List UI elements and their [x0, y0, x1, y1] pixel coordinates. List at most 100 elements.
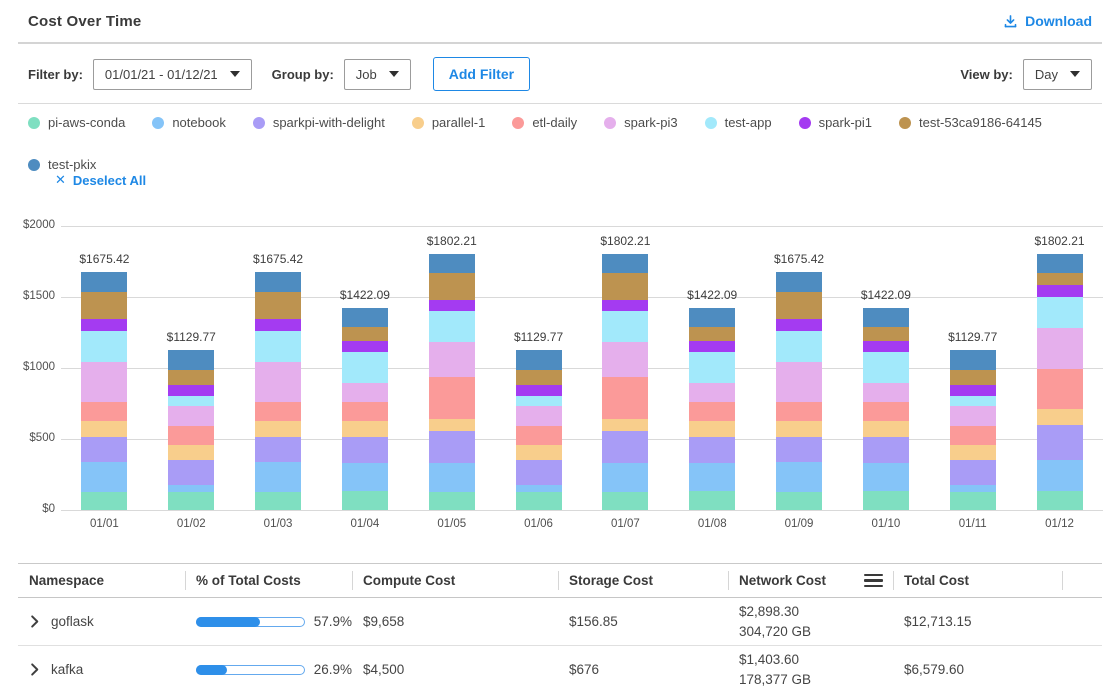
bar-segment-pi-aws-conda[interactable]	[429, 492, 475, 510]
bar-segment-spark-pi1[interactable]	[689, 341, 735, 352]
stacked-bar[interactable]	[168, 350, 214, 510]
bar-segment-test-app[interactable]	[429, 311, 475, 343]
bar-segment-spark-pi3[interactable]	[81, 362, 127, 402]
bar-segment-test-app[interactable]	[863, 352, 909, 383]
bar-segment-sparkpi-with-delight[interactable]	[1037, 425, 1083, 459]
bar-segment-test-app[interactable]	[516, 396, 562, 406]
bar-segment-pi-aws-conda[interactable]	[168, 492, 214, 510]
bar-segment-spark-pi1[interactable]	[950, 385, 996, 396]
bar-segment-pi-aws-conda[interactable]	[342, 491, 388, 510]
bar-segment-etl-daily[interactable]	[776, 402, 822, 421]
view-by-select[interactable]: Day	[1023, 59, 1092, 90]
bar-segment-spark-pi1[interactable]	[1037, 285, 1083, 297]
bar-segment-sparkpi-with-delight[interactable]	[689, 437, 735, 463]
bar-segment-test-53ca9186-64145[interactable]	[602, 273, 648, 300]
bar-segment-test-app[interactable]	[689, 352, 735, 383]
legend-item-parallel-1[interactable]: parallel-1	[412, 115, 485, 130]
bar-segment-test-pkix[interactable]	[602, 254, 648, 273]
bar-segment-notebook[interactable]	[255, 462, 301, 492]
stacked-bar[interactable]	[950, 350, 996, 510]
stacked-bar[interactable]	[516, 350, 562, 510]
bar-segment-sparkpi-with-delight[interactable]	[81, 437, 127, 462]
deselect-all-button[interactable]: ✕ Deselect All	[55, 172, 146, 188]
bar-segment-parallel-1[interactable]	[168, 445, 214, 459]
bar-segment-sparkpi-with-delight[interactable]	[602, 431, 648, 463]
namespace-cell[interactable]: goflask	[18, 614, 185, 629]
bar-segment-spark-pi3[interactable]	[429, 342, 475, 376]
bar-segment-parallel-1[interactable]	[950, 445, 996, 459]
bar-segment-parallel-1[interactable]	[342, 421, 388, 437]
bar-segment-parallel-1[interactable]	[689, 421, 735, 437]
bar-segment-notebook[interactable]	[1037, 460, 1083, 492]
bar-segment-pi-aws-conda[interactable]	[863, 491, 909, 510]
bar-segment-spark-pi3[interactable]	[1037, 328, 1083, 369]
bar-segment-spark-pi1[interactable]	[776, 319, 822, 331]
bar-segment-test-53ca9186-64145[interactable]	[516, 370, 562, 385]
bar-segment-spark-pi3[interactable]	[516, 406, 562, 425]
bar-segment-notebook[interactable]	[602, 463, 648, 491]
table-row-kafka[interactable]: kafka26.9%$4,500$676$1,403.60178,377 GB$…	[18, 646, 1102, 687]
bar-segment-etl-daily[interactable]	[168, 426, 214, 446]
bar-segment-sparkpi-with-delight[interactable]	[863, 437, 909, 463]
bar-segment-parallel-1[interactable]	[429, 419, 475, 431]
bar-segment-test-app[interactable]	[255, 331, 301, 362]
bar-segment-spark-pi3[interactable]	[950, 406, 996, 425]
date-range-select[interactable]: 01/01/21 - 01/12/21	[93, 59, 252, 90]
bar-segment-spark-pi1[interactable]	[255, 319, 301, 331]
bar-segment-test-pkix[interactable]	[863, 308, 909, 327]
bar-segment-test-53ca9186-64145[interactable]	[950, 370, 996, 386]
bar-segment-test-53ca9186-64145[interactable]	[255, 292, 301, 318]
bar-segment-test-pkix[interactable]	[516, 350, 562, 371]
legend-item-spark-pi3[interactable]: spark-pi3	[604, 115, 677, 130]
bar-segment-etl-daily[interactable]	[81, 402, 127, 421]
stacked-bar[interactable]	[602, 254, 648, 510]
column-header-total-cost[interactable]: Total Cost	[893, 564, 1062, 597]
bar-segment-parallel-1[interactable]	[1037, 409, 1083, 425]
bar-segment-test-app[interactable]	[1037, 297, 1083, 328]
legend-item-test-53ca9186-64145[interactable]: test-53ca9186-64145	[899, 115, 1042, 130]
bar-segment-spark-pi3[interactable]	[255, 362, 301, 402]
add-filter-button[interactable]: Add Filter	[433, 57, 530, 91]
bar-segment-test-pkix[interactable]	[342, 308, 388, 327]
legend-item-etl-daily[interactable]: etl-daily	[512, 115, 577, 130]
bar-segment-test-53ca9186-64145[interactable]	[863, 327, 909, 342]
column-header-network-cost[interactable]: Network Cost	[728, 564, 893, 597]
legend-item-spark-pi1[interactable]: spark-pi1	[799, 115, 872, 130]
table-row-goflask[interactable]: goflask57.9%$9,658$156.85$2,898.30304,72…	[18, 598, 1102, 646]
chevron-right-icon[interactable]	[29, 615, 40, 628]
bar-segment-spark-pi3[interactable]	[863, 383, 909, 401]
bar-segment-parallel-1[interactable]	[863, 421, 909, 437]
bar-segment-test-app[interactable]	[776, 331, 822, 362]
bar-segment-test-53ca9186-64145[interactable]	[342, 327, 388, 342]
bar-segment-sparkpi-with-delight[interactable]	[255, 437, 301, 462]
bar-segment-sparkpi-with-delight[interactable]	[168, 460, 214, 486]
column-header-storage-cost[interactable]: Storage Cost	[558, 564, 728, 597]
stacked-bar[interactable]	[255, 272, 301, 510]
bar-segment-test-53ca9186-64145[interactable]	[429, 273, 475, 300]
bar-segment-etl-daily[interactable]	[863, 402, 909, 422]
column-header-namespace[interactable]: Namespace	[18, 564, 185, 597]
bar-segment-sparkpi-with-delight[interactable]	[516, 460, 562, 486]
bar-segment-test-app[interactable]	[81, 331, 127, 362]
column-settings-icon[interactable]	[864, 574, 883, 587]
bar-segment-pi-aws-conda[interactable]	[689, 491, 735, 510]
bar-segment-spark-pi1[interactable]	[863, 341, 909, 352]
bar-segment-parallel-1[interactable]	[602, 419, 648, 431]
bar-segment-test-app[interactable]	[602, 311, 648, 343]
bar-segment-etl-daily[interactable]	[689, 402, 735, 422]
bar-segment-spark-pi3[interactable]	[168, 406, 214, 425]
bar-segment-test-pkix[interactable]	[776, 272, 822, 292]
bar-segment-notebook[interactable]	[81, 462, 127, 492]
bar-segment-pi-aws-conda[interactable]	[255, 492, 301, 510]
bar-segment-notebook[interactable]	[429, 463, 475, 491]
stacked-bar[interactable]	[863, 308, 909, 510]
bar-segment-test-53ca9186-64145[interactable]	[81, 292, 127, 318]
bar-segment-pi-aws-conda[interactable]	[602, 492, 648, 510]
bar-segment-test-pkix[interactable]	[168, 350, 214, 370]
bar-segment-pi-aws-conda[interactable]	[1037, 491, 1083, 510]
bar-segment-test-app[interactable]	[342, 352, 388, 383]
bar-segment-parallel-1[interactable]	[255, 421, 301, 438]
bar-segment-test-pkix[interactable]	[429, 254, 475, 273]
bar-segment-notebook[interactable]	[342, 463, 388, 491]
stacked-bar[interactable]	[81, 272, 127, 510]
